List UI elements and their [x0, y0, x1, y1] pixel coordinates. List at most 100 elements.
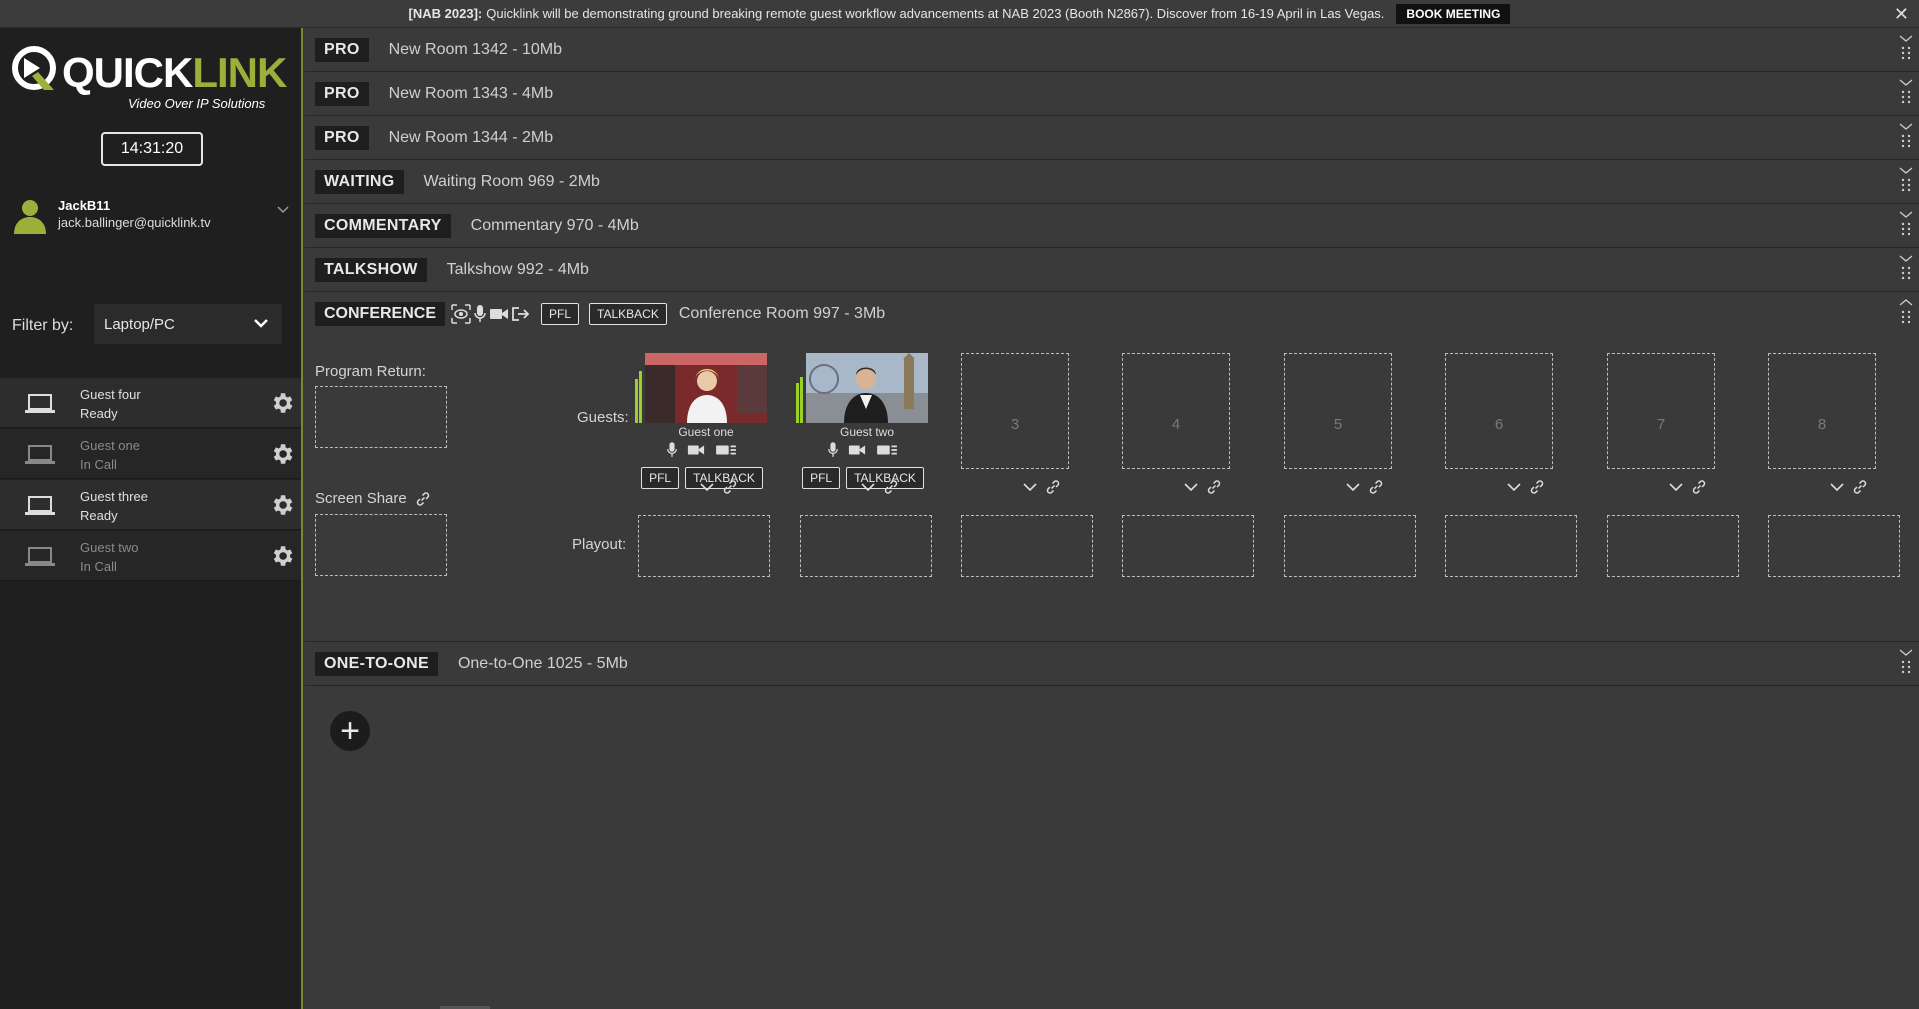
link-icon[interactable]: [1368, 479, 1384, 495]
link-icon[interactable]: [1045, 479, 1061, 495]
empty-guest-slot[interactable]: 5: [1284, 353, 1392, 469]
link-icon[interactable]: [1529, 479, 1545, 495]
expand-drag-icon[interactable]: [1899, 76, 1913, 110]
link-icon[interactable]: [1691, 479, 1707, 495]
guest-status: In Call: [80, 559, 117, 574]
expand-drag-icon[interactable]: [1899, 646, 1913, 680]
filter-label: Filter by:: [12, 317, 74, 334]
exit-icon[interactable]: [511, 304, 531, 324]
gear-icon[interactable]: [269, 390, 295, 416]
playout-slot[interactable]: [1284, 515, 1416, 577]
microphone-icon[interactable]: [666, 441, 678, 459]
rooms-panel: PRO New Room 1342 - 10Mb PRO New Room 13…: [305, 28, 1919, 686]
playout-slot[interactable]: [1768, 515, 1900, 577]
screen-share-label: Screen Share: [315, 490, 407, 507]
expand-drag-icon[interactable]: [1899, 208, 1913, 242]
empty-guest-slot[interactable]: 6: [1445, 353, 1553, 469]
slot-controls: [1830, 479, 1868, 495]
guest-tile[interactable]: Guest two PFL TALKBACK: [796, 353, 930, 493]
program-return-slot[interactable]: [315, 386, 447, 448]
empty-guest-slot[interactable]: 3: [961, 353, 1069, 469]
playout-slot[interactable]: [800, 515, 932, 577]
video-settings-icon[interactable]: [714, 441, 738, 459]
talkback-button[interactable]: TALKBACK: [589, 303, 667, 325]
add-room-button[interactable]: +: [330, 711, 370, 751]
chevron-down-icon[interactable]: [277, 206, 289, 214]
book-meeting-button[interactable]: BOOK MEETING: [1396, 3, 1511, 24]
room-row[interactable]: COMMENTARY Commentary 970 - 4Mb: [305, 204, 1919, 248]
filter-value: Laptop/PC: [104, 315, 175, 333]
pfl-button[interactable]: PFL: [802, 467, 841, 489]
room-row[interactable]: TALKSHOW Talkshow 992 - 4Mb: [305, 248, 1919, 292]
empty-guest-slot[interactable]: 8: [1768, 353, 1876, 469]
sidebar: QUICKLINK Video Over IP Solutions 14:31:…: [0, 28, 303, 1009]
camera-icon[interactable]: [489, 304, 509, 324]
chevron-down-icon[interactable]: [1669, 482, 1683, 492]
laptop-icon: [25, 445, 55, 464]
video-settings-icon[interactable]: [875, 441, 899, 459]
logo-link-text: LINK: [192, 49, 287, 96]
slot-controls: [1023, 479, 1061, 495]
room-row[interactable]: PRO New Room 1342 - 10Mb: [305, 28, 1919, 72]
camera-icon[interactable]: [686, 441, 706, 459]
room-row[interactable]: ONE-TO-ONE One-to-One 1025 - 5Mb: [305, 642, 1919, 686]
chevron-down-icon[interactable]: [1507, 482, 1521, 492]
room-type-tag: PRO: [315, 37, 369, 62]
guest-tile[interactable]: Guest one PFL TALKBACK: [635, 353, 769, 493]
room-row[interactable]: PRO New Room 1344 - 2Mb: [305, 116, 1919, 160]
playout-slot[interactable]: [638, 515, 770, 577]
screen-share-slot[interactable]: [315, 514, 447, 576]
link-icon[interactable]: [722, 479, 738, 495]
microphone-icon[interactable]: [473, 304, 487, 324]
slot-number: 4: [1171, 416, 1181, 433]
user-name: JackB11: [58, 198, 111, 213]
gear-icon[interactable]: [269, 543, 295, 569]
guest-row[interactable]: Guest four Ready: [0, 378, 301, 428]
chevron-down-icon[interactable]: [700, 482, 714, 492]
filter-select[interactable]: Laptop/PC: [94, 304, 282, 344]
pfl-button[interactable]: PFL: [641, 467, 680, 489]
camera-icon[interactable]: [847, 441, 867, 459]
playout-slot[interactable]: [1122, 515, 1254, 577]
link-icon[interactable]: [1206, 479, 1222, 495]
chevron-down-icon[interactable]: [1023, 482, 1037, 492]
close-icon[interactable]: ✕: [1894, 4, 1909, 25]
slot-number: 5: [1333, 416, 1343, 433]
chevron-down-icon: [254, 319, 268, 328]
gear-icon[interactable]: [269, 492, 295, 518]
expand-drag-icon[interactable]: [1899, 252, 1913, 286]
link-icon[interactable]: [883, 479, 899, 495]
playout-slot[interactable]: [1445, 515, 1577, 577]
link-icon[interactable]: [415, 491, 431, 507]
playout-slot[interactable]: [961, 515, 1093, 577]
empty-guest-slot[interactable]: 4: [1122, 353, 1230, 469]
link-icon[interactable]: [1852, 479, 1868, 495]
guest-row[interactable]: Guest two In Call: [0, 531, 301, 581]
logo-wordmark: QUICKLINK: [62, 49, 287, 96]
pfl-button[interactable]: PFL: [541, 303, 580, 325]
collapse-drag-icon[interactable]: [1899, 296, 1913, 330]
slot-number: 6: [1494, 416, 1504, 433]
empty-guest-slot[interactable]: 7: [1607, 353, 1715, 469]
chevron-down-icon[interactable]: [1184, 482, 1198, 492]
guest-row[interactable]: Guest one In Call: [0, 429, 301, 479]
banner-message: Quicklink will be demonstrating ground b…: [486, 6, 1385, 21]
chevron-down-icon[interactable]: [1346, 482, 1360, 492]
chevron-down-icon[interactable]: [1830, 482, 1844, 492]
gear-icon[interactable]: [269, 441, 295, 467]
guest-video: [645, 353, 767, 423]
announcement-banner: [NAB 2023]: Quicklink will be demonstrat…: [0, 0, 1919, 28]
playout-slot[interactable]: [1607, 515, 1739, 577]
eye-icon[interactable]: [451, 304, 471, 324]
room-row[interactable]: PRO New Room 1343 - 4Mb: [305, 72, 1919, 116]
user-menu[interactable]: JackB11 jack.ballinger@quicklink.tv: [10, 196, 295, 236]
expand-drag-icon[interactable]: [1899, 164, 1913, 198]
user-avatar-icon: [14, 200, 46, 234]
room-row[interactable]: WAITING Waiting Room 969 - 2Mb: [305, 160, 1919, 204]
guest-row[interactable]: Guest three Ready: [0, 480, 301, 530]
expand-drag-icon[interactable]: [1899, 32, 1913, 66]
chevron-down-icon[interactable]: [861, 482, 875, 492]
guest-name: Guest one: [80, 438, 140, 453]
expand-drag-icon[interactable]: [1899, 120, 1913, 154]
microphone-icon[interactable]: [827, 441, 839, 459]
